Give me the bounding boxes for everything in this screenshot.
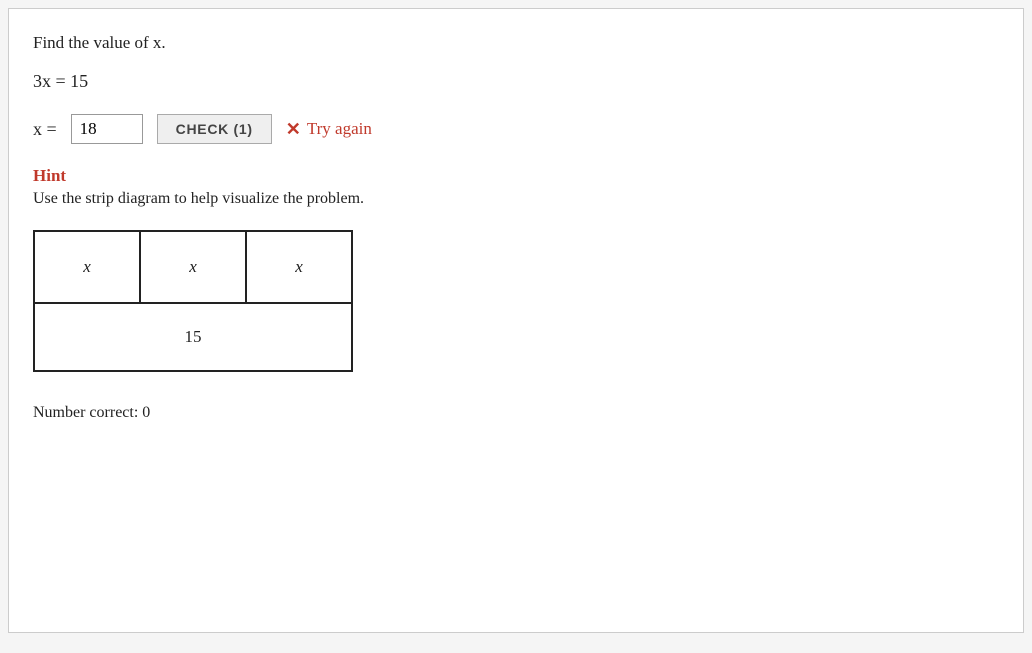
hint-text: Use the strip diagram to help visualize … [33, 190, 999, 208]
number-correct: Number correct: 0 [33, 404, 999, 422]
strip-cell-1: x [35, 232, 141, 302]
strip-diagram: x x x 15 [33, 230, 353, 372]
x-icon: ✕ [286, 119, 301, 140]
strip-top-row: x x x [33, 230, 353, 302]
hint-label: Hint [33, 166, 999, 186]
try-again-feedback: ✕ Try again [286, 119, 372, 140]
answer-label: x = [33, 119, 57, 140]
equation: 3x = 15 [33, 71, 999, 92]
hint-section: Hint Use the strip diagram to help visua… [33, 166, 999, 208]
answer-input[interactable] [71, 114, 143, 144]
strip-cell-2: x [141, 232, 247, 302]
page-container: Find the value of x. 3x = 15 x = CHECK (… [8, 8, 1024, 633]
check-button[interactable]: CHECK (1) [157, 114, 272, 144]
problem-title: Find the value of x. [33, 33, 999, 53]
answer-row: x = CHECK (1) ✕ Try again [33, 114, 999, 144]
strip-cell-3: x [247, 232, 351, 302]
strip-bottom-row: 15 [33, 302, 353, 372]
try-again-label: Try again [307, 119, 372, 139]
